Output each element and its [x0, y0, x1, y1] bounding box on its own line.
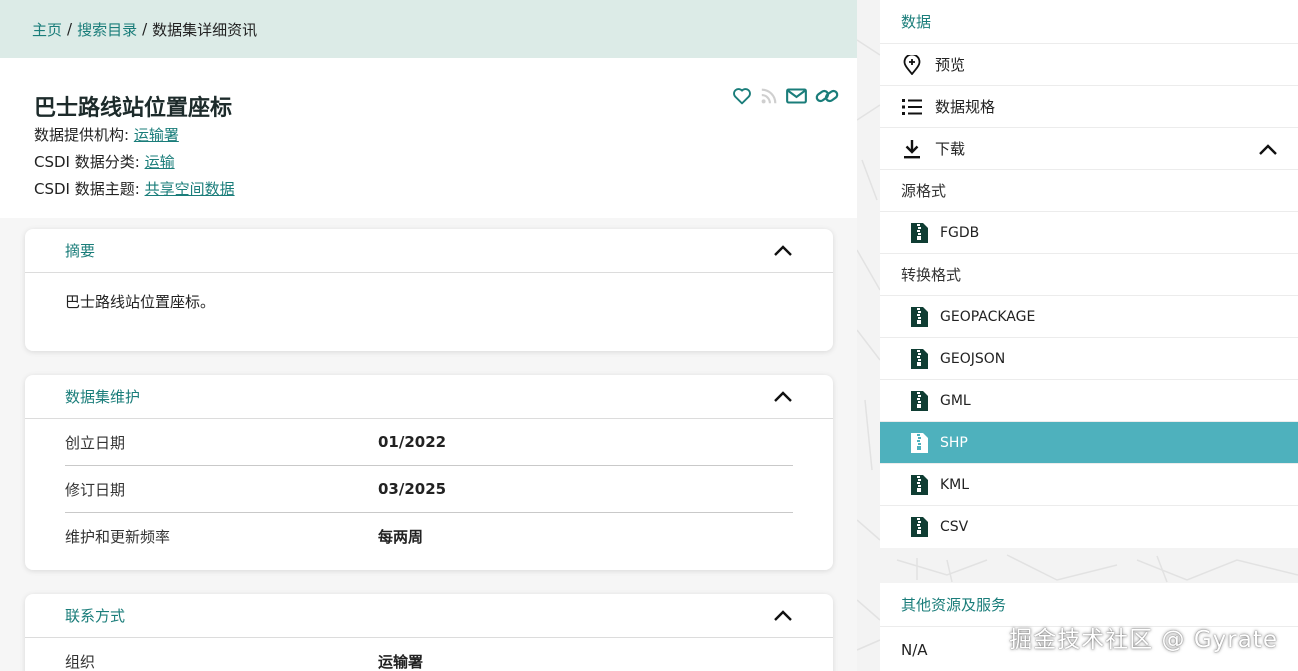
- heart-icon[interactable]: [732, 87, 752, 105]
- mail-icon[interactable]: [786, 88, 807, 104]
- link-icon[interactable]: [815, 86, 839, 106]
- chevron-up-icon[interactable]: [773, 390, 793, 403]
- zip-file-icon: [910, 432, 929, 454]
- spec-menu-item[interactable]: 数据规格: [880, 86, 1298, 128]
- maintenance-title: 数据集维护: [65, 388, 141, 406]
- preview-menu-item[interactable]: 预览: [880, 44, 1298, 86]
- row-key: 修订日期: [65, 480, 126, 499]
- breadcrumb-separator: /: [142, 20, 148, 38]
- format-item-fgdb[interactable]: FGDB: [880, 212, 1298, 254]
- row-value: 03/2025: [378, 480, 447, 498]
- page-title: 巴士路线站位置座标: [34, 96, 233, 121]
- action-icons: [732, 86, 839, 106]
- zip-file-icon: [910, 348, 929, 370]
- summary-text: 巴士路线站位置座标。: [65, 293, 216, 311]
- spec-label: 数据规格: [935, 98, 996, 116]
- breadcrumb-current: 数据集详细资讯: [152, 20, 258, 39]
- data-menu-header: 数据: [880, 0, 1298, 44]
- format-item-gml[interactable]: GML: [880, 380, 1298, 422]
- maintenance-card-header[interactable]: 数据集维护: [25, 375, 833, 419]
- download-menu-item[interactable]: 下载: [880, 128, 1298, 170]
- chevron-up-icon[interactable]: [773, 244, 793, 257]
- format-label: GML: [940, 392, 971, 409]
- watermark: 掘金技术社区 @ Gyrate: [1009, 627, 1278, 653]
- data-menu: 数据 预览 数据规格 下载 源格式 FGDB 转换格式 GEOPACKAGE G…: [880, 0, 1298, 548]
- format-item-geopackage[interactable]: GEOPACKAGE: [880, 296, 1298, 338]
- format-label: KML: [940, 476, 970, 493]
- breadcrumb-separator: /: [67, 20, 73, 38]
- breadcrumb: 主页 / 搜索目录 / 数据集详细资讯: [0, 0, 857, 58]
- summary-title: 摘要: [65, 242, 96, 260]
- row-value: 01/2022: [378, 433, 447, 451]
- zip-file-icon: [910, 516, 929, 538]
- chevron-up-icon[interactable]: [1258, 142, 1278, 160]
- table-row: 修订日期 03/2025: [65, 466, 793, 513]
- category-link[interactable]: 运输: [145, 153, 175, 171]
- summary-card-header[interactable]: 摘要: [25, 229, 833, 273]
- list-icon: [900, 98, 924, 116]
- data-sidebar: 数据 预览 数据规格 下载 源格式 FGDB 转换格式 GEOPACKAGE G…: [857, 0, 1298, 671]
- format-item-csv[interactable]: CSV: [880, 506, 1298, 548]
- download-icon: [900, 139, 924, 159]
- maintenance-card: 数据集维护 创立日期 01/2022 修订日期 03/2025 维护和更新频率 …: [25, 375, 833, 570]
- table-row: 组织 运输署: [65, 638, 793, 671]
- zip-file-icon: [910, 306, 929, 328]
- contact-card-header[interactable]: 联系方式: [25, 594, 833, 638]
- breadcrumb-home-link[interactable]: 主页: [32, 19, 62, 40]
- download-label: 下载: [935, 140, 966, 158]
- format-item-shp[interactable]: SHP: [880, 422, 1298, 464]
- format-label: GEOPACKAGE: [940, 308, 1036, 325]
- category-line: CSDI 数据分类: 运输: [34, 151, 175, 172]
- format-label: GEOJSON: [940, 350, 1006, 367]
- table-row: 创立日期 01/2022: [65, 419, 793, 466]
- format-label: FGDB: [940, 224, 980, 241]
- provider-line: 数据提供机构: 运输署: [34, 124, 179, 145]
- contact-card: 联系方式 组织 运输署: [25, 594, 833, 671]
- theme-link[interactable]: 共享空间数据: [145, 180, 235, 198]
- map-pin-icon: [900, 54, 924, 75]
- preview-label: 预览: [935, 56, 966, 74]
- format-label: CSV: [940, 519, 969, 535]
- maintenance-table: 创立日期 01/2022 修订日期 03/2025 维护和更新频率 每两周: [25, 419, 833, 560]
- provider-link[interactable]: 运输署: [134, 126, 179, 144]
- rss-icon[interactable]: [760, 87, 778, 105]
- breadcrumb-catalog-link[interactable]: 搜索目录: [77, 19, 137, 40]
- zip-file-icon: [910, 474, 929, 496]
- table-row: 维护和更新频率 每两周: [65, 513, 793, 560]
- contact-table: 组织 运输署: [25, 638, 833, 671]
- contact-title: 联系方式: [65, 607, 126, 625]
- chevron-up-icon[interactable]: [773, 609, 793, 622]
- category-label: CSDI 数据分类:: [34, 153, 145, 171]
- provider-label: 数据提供机构:: [34, 126, 134, 144]
- row-value: 运输署: [378, 652, 424, 671]
- theme-label: CSDI 数据主题:: [34, 180, 145, 198]
- source-format-label: 源格式: [880, 170, 1298, 212]
- dataset-header: 巴士路线站位置座标 数据提供机构: 运输署 CSDI 数据分类: 运输 CSDI…: [0, 58, 857, 218]
- format-item-kml[interactable]: KML: [880, 464, 1298, 506]
- row-key: 创立日期: [65, 433, 126, 452]
- row-key: 维护和更新频率: [65, 528, 171, 546]
- theme-line: CSDI 数据主题: 共享空间数据: [34, 178, 235, 199]
- summary-card: 摘要 巴士路线站位置座标。: [25, 229, 833, 351]
- format-item-geojson[interactable]: GEOJSON: [880, 338, 1298, 380]
- format-label: SHP: [940, 434, 968, 451]
- zip-file-icon: [910, 390, 929, 412]
- row-key: 组织: [65, 652, 96, 671]
- zip-file-icon: [910, 222, 929, 244]
- main-panel: 主页 / 搜索目录 / 数据集详细资讯 巴士路线站位置座标 数据提供机构: 运输…: [0, 0, 857, 671]
- row-value: 每两周: [378, 528, 424, 546]
- converted-format-label: 转换格式: [880, 254, 1298, 296]
